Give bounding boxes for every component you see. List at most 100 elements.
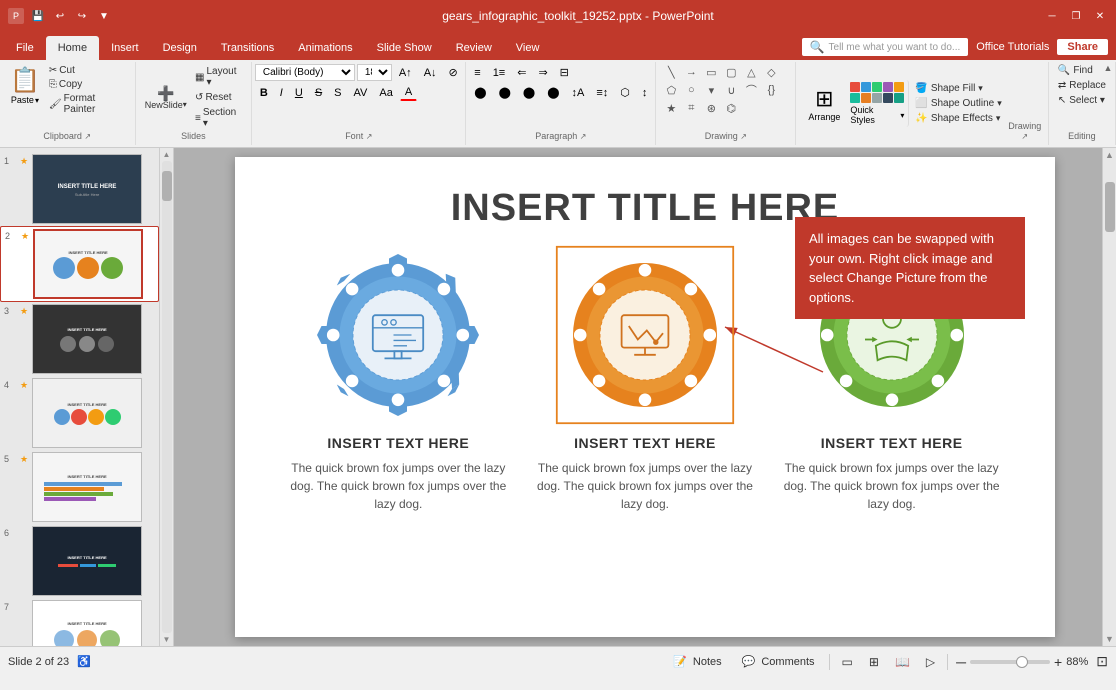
align-center-btn[interactable]: ⬤ [494,84,516,101]
italic-button[interactable]: I [275,85,288,101]
tab-design[interactable]: Design [151,36,209,60]
slide-item-3[interactable]: 3 ★ INSERT TITLE HERE [0,302,159,376]
find-button[interactable]: 🔍 Find [1054,64,1097,77]
redo-btn[interactable]: ↪ [74,8,90,24]
indent-decrease-btn[interactable]: ⇐ [512,64,531,81]
tab-animations[interactable]: Animations [286,36,364,60]
zoom-slider[interactable] [970,660,1050,664]
slide-show-btn[interactable]: ▷ [922,654,939,670]
columns-btn[interactable]: ⊟ [555,64,574,81]
tab-slideshow[interactable]: Slide Show [365,36,444,60]
font-color-btn[interactable]: A [400,84,417,101]
shape-curve[interactable]: ∪ [722,82,740,98]
slide-item-4[interactable]: 4 ★ INSERT TITLE HERE [0,376,159,450]
shape-custom5[interactable]: ⌬ [722,100,740,116]
tab-review[interactable]: Review [444,36,504,60]
shape-arrow[interactable]: → [682,64,700,80]
zoom-in-btn[interactable]: + [1054,654,1062,670]
shape-pentagon[interactable]: ⬠ [662,82,680,98]
section-button[interactable]: ≡ Section ▾ [192,106,245,130]
increase-font-btn[interactable]: A↑ [394,65,417,81]
decrease-font-btn[interactable]: A↓ [419,65,442,81]
slide-panel-scrollbar[interactable]: ▲ ▼ [160,148,174,646]
canvas-scroll-up[interactable]: ▲ [1103,148,1116,162]
slide-item-1[interactable]: 1 ★ INSERT TITLE HERE Sub-title Here [0,152,159,226]
scroll-up-arrow[interactable]: ▲ [163,150,171,159]
tab-home[interactable]: Home [46,36,99,60]
ribbon-expand-btn[interactable]: ▲ [1100,60,1116,76]
slide-item-6[interactable]: 6 ★ INSERT TITLE HERE [0,524,159,598]
comments-button[interactable]: 💬 Comments [736,655,821,668]
undo-btn[interactable]: ↩ [52,8,68,24]
format-painter-button[interactable]: 🖌 Format Painter [46,92,129,116]
bullets-btn[interactable]: ≡ [469,65,485,81]
canvas-scroll-thumb[interactable] [1105,182,1115,232]
shape-rect[interactable]: ▭ [702,64,720,80]
shape-roundrect[interactable]: ▢ [722,64,740,80]
shape-custom1[interactable]: ⌒ [742,82,760,98]
align-left-btn[interactable]: ⬤ [469,84,491,101]
strikethrough-button[interactable]: S [310,85,327,101]
zoom-out-btn[interactable]: ─ [956,654,966,670]
search-box[interactable]: 🔍 Tell me what you want to do... [802,38,969,56]
cut-button[interactable]: ✂ Cut [46,64,129,77]
scroll-thumb[interactable] [162,171,172,201]
scroll-down-arrow[interactable]: ▼ [163,635,171,644]
shape-effects-button[interactable]: ✨ Shape Effects ▾ [911,112,1005,125]
layout-button[interactable]: ▦ Layout ▾ [192,65,245,89]
shape-circle[interactable]: ○ [682,82,700,98]
office-tutorials-link[interactable]: Office Tutorials [976,41,1049,53]
reading-view-btn[interactable]: 📖 [891,654,914,670]
shape-fill-button[interactable]: 🪣 Shape Fill ▾ [911,82,1005,95]
tab-insert[interactable]: Insert [99,36,151,60]
shadow-button[interactable]: S [329,85,346,101]
save-title-btn[interactable]: 💾 [30,8,46,24]
quick-styles-button[interactable]: Quick Styles ▾ [846,80,909,127]
shape-star[interactable]: ★ [662,100,680,116]
shape-custom3[interactable]: ⌗ [682,100,700,116]
fit-slide-btn[interactable]: ⊡ [1096,653,1108,670]
shape-more[interactable]: ▾ [702,82,720,98]
reset-button[interactable]: ↺ Reset [192,91,245,104]
replace-button[interactable]: ⇄ Replace [1054,79,1110,92]
accessibility-btn[interactable]: ♿ [77,655,91,668]
arrange-button[interactable]: ⊞ Arrange [802,84,846,124]
align-right-btn[interactable]: ⬤ [518,84,540,101]
canvas-scrollbar-v[interactable]: ▲ ▼ [1102,148,1116,646]
close-btn[interactable]: ✕ [1092,8,1108,24]
bold-button[interactable]: B [255,85,273,101]
shape-diamond[interactable]: ◇ [762,64,780,80]
font-name-select[interactable]: Calibri (Body) [255,64,355,81]
shape-outline-button[interactable]: ⬜ Shape Outline ▾ [911,97,1005,110]
font-size-select[interactable]: 18 [357,64,392,81]
shape-custom2[interactable]: {} [762,82,780,98]
line-spacing-btn[interactable]: ↕ [637,85,653,101]
slide-sorter-btn[interactable]: ⊞ [865,654,883,670]
smart-art-btn[interactable]: ⬡ [615,84,635,101]
text-direction-btn[interactable]: ↕A [567,85,590,101]
minimize-btn[interactable]: ─ [1044,8,1060,24]
slide-item-5[interactable]: 5 ★ INSERT TITLE HERE [0,450,159,524]
paste-button[interactable]: 📋 Paste ▾ [6,64,44,107]
numbering-btn[interactable]: 1≡ [488,65,511,81]
change-case-btn[interactable]: Aa [374,85,397,101]
restore-btn[interactable]: ❐ [1068,8,1084,24]
select-button[interactable]: ↖ Select ▾ [1054,94,1109,107]
normal-view-btn[interactable]: ▭ [838,654,857,670]
tab-file[interactable]: File [4,36,46,60]
clear-format-btn[interactable]: ⊘ [444,64,463,81]
slide-item-7[interactable]: 7 ★ INSERT TITLE HERE [0,598,159,646]
shape-line[interactable]: ╲ [662,64,680,80]
copy-button[interactable]: ⎘ Copy [46,78,129,91]
canvas-scroll-down[interactable]: ▼ [1103,632,1116,646]
shape-custom4[interactable]: ⊛ [702,100,720,116]
slide-item-2[interactable]: 2 ★ INSERT TITLE HERE [0,226,159,302]
customize-btn[interactable]: ▼ [96,8,112,24]
tab-view[interactable]: View [504,36,552,60]
justify-btn[interactable]: ⬤ [542,84,564,101]
indent-increase-btn[interactable]: ⇒ [533,64,552,81]
new-slide-button[interactable]: ➕ New Slide ▾ [142,84,191,112]
shape-triangle[interactable]: △ [742,64,760,80]
char-spacing-btn[interactable]: AV [349,85,373,101]
slide-canvas[interactable]: INSERT TITLE HERE All images can be swap… [235,157,1055,637]
